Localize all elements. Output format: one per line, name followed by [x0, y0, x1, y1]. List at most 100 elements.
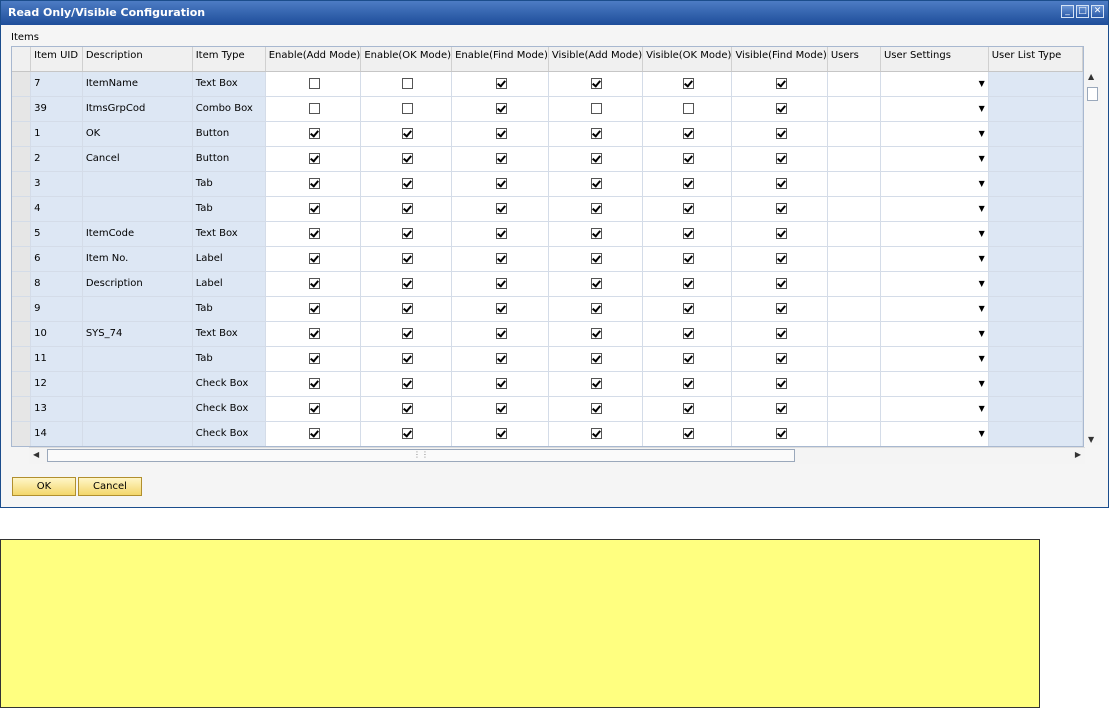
checkbox[interactable] [309, 102, 321, 114]
dropdown-arrow-icon[interactable]: ▼ [979, 279, 985, 288]
table-row[interactable]: 39 ItmsGrpCod Combo Box ▼ [12, 96, 1083, 122]
checkbox-cell[interactable] [451, 346, 549, 372]
user-settings-dropdown[interactable]: ▼ [880, 421, 989, 446]
checkbox-cell[interactable] [360, 296, 453, 322]
checkbox[interactable] [402, 302, 414, 314]
checkbox[interactable] [402, 252, 414, 264]
checkbox-cell[interactable] [548, 96, 644, 122]
checkbox-cell[interactable] [642, 221, 733, 247]
checkbox-cell[interactable] [642, 396, 733, 422]
checkbox[interactable] [775, 177, 787, 189]
checkbox[interactable] [775, 377, 787, 389]
checkbox-cell[interactable] [731, 121, 828, 147]
checkbox[interactable] [309, 77, 321, 89]
dropdown-arrow-icon[interactable]: ▼ [979, 304, 985, 313]
dropdown-arrow-icon[interactable]: ▼ [979, 429, 985, 438]
row-selector[interactable] [12, 71, 32, 97]
checkbox-cell[interactable] [548, 71, 644, 97]
checkbox[interactable] [309, 427, 321, 439]
dropdown-arrow-icon[interactable]: ▼ [979, 329, 985, 338]
checkbox-cell[interactable] [731, 396, 828, 422]
checkbox[interactable] [309, 402, 321, 414]
checkbox-cell[interactable] [731, 346, 828, 372]
checkbox[interactable] [402, 152, 414, 164]
checkbox[interactable] [495, 252, 507, 264]
column-header-2[interactable]: Item Type [192, 47, 266, 72]
vertical-scroll-thumb[interactable] [1087, 87, 1098, 101]
user-settings-dropdown[interactable]: ▼ [880, 296, 989, 322]
dropdown-arrow-icon[interactable]: ▼ [979, 154, 985, 163]
user-settings-dropdown[interactable]: ▼ [880, 146, 989, 172]
checkbox[interactable] [495, 127, 507, 139]
checkbox[interactable] [775, 302, 787, 314]
checkbox-cell[interactable] [360, 196, 453, 222]
dropdown-arrow-icon[interactable]: ▼ [979, 354, 985, 363]
users-cell[interactable] [827, 246, 881, 272]
checkbox[interactable] [683, 177, 695, 189]
checkbox[interactable] [495, 327, 507, 339]
horizontal-scrollbar[interactable]: ◀ ⋮⋮ ▶ [29, 447, 1085, 464]
checkbox[interactable] [309, 252, 321, 264]
scroll-down-icon[interactable]: ▼ [1088, 435, 1094, 444]
checkbox[interactable] [309, 227, 321, 239]
dropdown-arrow-icon[interactable]: ▼ [979, 204, 985, 213]
checkbox[interactable] [683, 327, 695, 339]
checkbox[interactable] [402, 177, 414, 189]
checkbox[interactable] [402, 327, 414, 339]
checkbox-cell[interactable] [265, 96, 362, 122]
checkbox-cell[interactable] [265, 396, 362, 422]
checkbox[interactable] [591, 402, 603, 414]
checkbox[interactable] [402, 202, 414, 214]
checkbox-cell[interactable] [642, 321, 733, 347]
users-cell[interactable] [827, 346, 881, 372]
users-cell[interactable] [827, 146, 881, 172]
table-row[interactable]: 3 Tab ▼ [12, 171, 1083, 197]
users-cell[interactable] [827, 96, 881, 122]
checkbox[interactable] [775, 402, 787, 414]
checkbox[interactable] [683, 77, 695, 89]
checkbox[interactable] [495, 77, 507, 89]
title-bar[interactable]: Read Only/Visible Configuration _ □ ✕ [1, 1, 1108, 25]
checkbox[interactable] [683, 102, 695, 114]
checkbox[interactable] [402, 377, 414, 389]
vertical-scrollbar[interactable]: ▲ ▼ [1085, 71, 1101, 445]
checkbox-cell[interactable] [360, 221, 453, 247]
checkbox[interactable] [683, 227, 695, 239]
close-icon[interactable]: ✕ [1091, 5, 1104, 18]
users-cell[interactable] [827, 396, 881, 422]
checkbox[interactable] [683, 277, 695, 289]
users-cell[interactable] [827, 171, 881, 197]
checkbox-cell[interactable] [360, 171, 453, 197]
checkbox-cell[interactable] [265, 371, 362, 397]
checkbox-cell[interactable] [548, 346, 644, 372]
checkbox-cell[interactable] [360, 71, 453, 97]
checkbox[interactable] [683, 402, 695, 414]
checkbox-cell[interactable] [548, 221, 644, 247]
checkbox-cell[interactable] [731, 371, 828, 397]
checkbox-cell[interactable] [451, 121, 549, 147]
checkbox[interactable] [591, 177, 603, 189]
checkbox[interactable] [775, 427, 787, 439]
checkbox[interactable] [775, 202, 787, 214]
checkbox[interactable] [591, 202, 603, 214]
checkbox[interactable] [591, 352, 603, 364]
maximize-icon[interactable]: □ [1076, 5, 1089, 18]
users-cell[interactable] [827, 196, 881, 222]
checkbox-cell[interactable] [731, 71, 828, 97]
checkbox[interactable] [775, 327, 787, 339]
checkbox-cell[interactable] [360, 246, 453, 272]
checkbox[interactable] [683, 377, 695, 389]
dropdown-arrow-icon[interactable]: ▼ [979, 229, 985, 238]
row-selector[interactable] [12, 246, 32, 272]
users-cell[interactable] [827, 121, 881, 147]
checkbox-cell[interactable] [265, 196, 362, 222]
checkbox[interactable] [591, 127, 603, 139]
checkbox-cell[interactable] [265, 146, 362, 172]
ok-button[interactable]: OK [12, 477, 76, 496]
checkbox-cell[interactable] [451, 221, 549, 247]
users-cell[interactable] [827, 271, 881, 297]
checkbox-cell[interactable] [548, 121, 644, 147]
table-row[interactable]: 12 Check Box ▼ [12, 371, 1083, 397]
checkbox[interactable] [591, 427, 603, 439]
checkbox-cell[interactable] [451, 196, 549, 222]
